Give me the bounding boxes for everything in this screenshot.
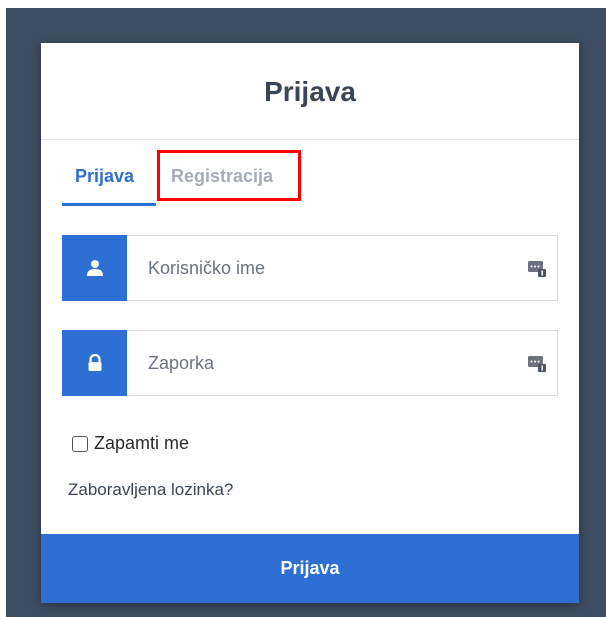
highlight-annotation-box bbox=[157, 150, 301, 201]
modal-title: Prijava bbox=[264, 76, 356, 107]
password-field bbox=[62, 330, 558, 396]
auth-tabs: Prijava Registracija bbox=[62, 140, 558, 208]
remember-me-label[interactable]: Zapamti me bbox=[94, 433, 189, 454]
password-manager-icon[interactable] bbox=[517, 236, 557, 300]
login-modal: Prijava Prijava Registracija Korisničko … bbox=[41, 43, 579, 603]
lock-icon bbox=[62, 330, 127, 396]
remember-me-checkbox[interactable] bbox=[72, 435, 88, 452]
modal-header: Prijava bbox=[41, 43, 579, 140]
user-icon bbox=[62, 235, 127, 301]
forgot-password-link[interactable]: Zaboravljena lozinka? bbox=[68, 480, 233, 500]
username-field bbox=[62, 235, 558, 301]
password-input[interactable] bbox=[127, 331, 517, 395]
remember-me[interactable]: Zapamti me bbox=[72, 433, 189, 454]
active-tab-indicator bbox=[62, 203, 156, 206]
username-input[interactable] bbox=[127, 236, 517, 300]
password-manager-icon[interactable] bbox=[517, 331, 557, 395]
login-submit-button[interactable]: Prijava bbox=[41, 534, 579, 603]
tab-login[interactable]: Prijava bbox=[75, 166, 134, 187]
